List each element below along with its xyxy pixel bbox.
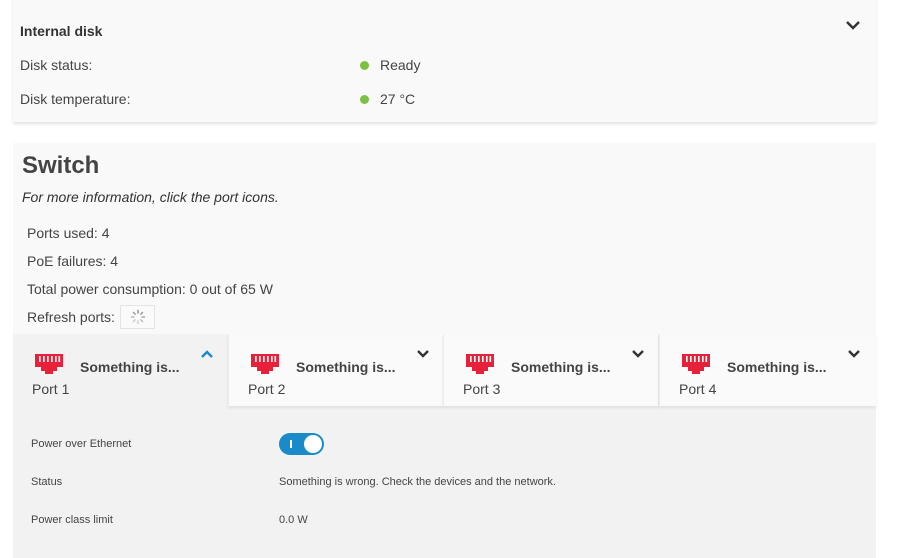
switch-hint: For more information, click the port ico… — [22, 189, 279, 205]
ports-panel: Something is... Port 1 Something is... P… — [13, 334, 876, 558]
ethernet-port-icon — [682, 354, 710, 374]
disk-temperature-label: Disk temperature: — [20, 91, 131, 107]
ethernet-port-icon — [35, 354, 63, 374]
spinner-icon — [130, 309, 145, 325]
port-tab-4[interactable]: Something is... Port 4 — [659, 334, 876, 406]
disk-temperature-row: Disk temperature: 27 °C — [20, 91, 415, 107]
toggle-on-mark — [290, 440, 292, 448]
poe-failures: PoE failures: 4 — [27, 253, 119, 269]
power-class-label: Power class limit — [31, 514, 113, 526]
poe-toggle[interactable] — [279, 433, 324, 455]
port-status: Something is... — [727, 359, 827, 375]
port-label: Port 2 — [248, 381, 286, 397]
chevron-down-icon[interactable] — [631, 348, 645, 360]
internal-disk-title: Internal disk — [20, 23, 103, 39]
disk-status-row: Disk status: Ready — [20, 57, 420, 73]
disk-status-label: Disk status: — [20, 57, 93, 73]
chevron-down-icon[interactable] — [847, 348, 861, 360]
poe-label: Power over Ethernet — [31, 438, 132, 450]
port-tab-2[interactable]: Something is... Port 2 — [228, 334, 443, 406]
status-dot-icon — [360, 60, 369, 70]
port-status-value: Something is wrong. Check the devices an… — [279, 476, 556, 488]
chevron-down-icon[interactable] — [416, 348, 430, 360]
ethernet-port-icon — [251, 354, 279, 374]
port-status-row: Status Something is wrong. Check the dev… — [31, 476, 556, 488]
ports-used: Ports used: 4 — [27, 225, 110, 241]
port-label: Port 4 — [679, 381, 717, 397]
total-power-consumption: Total power consumption: 0 out of 65 W — [27, 281, 273, 297]
port-label: Port 1 — [32, 381, 70, 397]
disk-temperature-value: 27 °C — [380, 91, 416, 107]
port-status: Something is... — [296, 359, 396, 375]
disk-status-value: Ready — [380, 57, 421, 73]
internal-disk-card: Internal disk Disk status: Ready Disk te… — [13, 0, 876, 122]
toggle-knob — [304, 435, 322, 453]
switch-title: Switch — [22, 152, 100, 179]
ethernet-port-icon — [466, 354, 494, 374]
port-tab-3[interactable]: Something is... Port 3 — [443, 334, 658, 406]
port-label: Port 3 — [463, 381, 501, 397]
poe-row: Power over Ethernet — [31, 438, 131, 450]
chevron-down-icon[interactable] — [845, 18, 861, 32]
port-status-label: Status — [31, 476, 63, 488]
switch-card: Switch For more information, click the p… — [13, 143, 876, 558]
refresh-ports-button[interactable] — [120, 305, 155, 329]
power-class-value: 0.0 W — [279, 514, 308, 526]
port-tab-1[interactable]: Something is... Port 1 — [13, 334, 228, 406]
chevron-up-icon[interactable] — [200, 348, 214, 360]
port-status: Something is... — [511, 359, 611, 375]
power-class-row: Power class limit 0.0 W — [31, 514, 308, 526]
port-status: Something is... — [80, 359, 180, 375]
refresh-ports-label: Refresh ports: — [27, 309, 115, 325]
status-dot-icon — [360, 94, 369, 104]
